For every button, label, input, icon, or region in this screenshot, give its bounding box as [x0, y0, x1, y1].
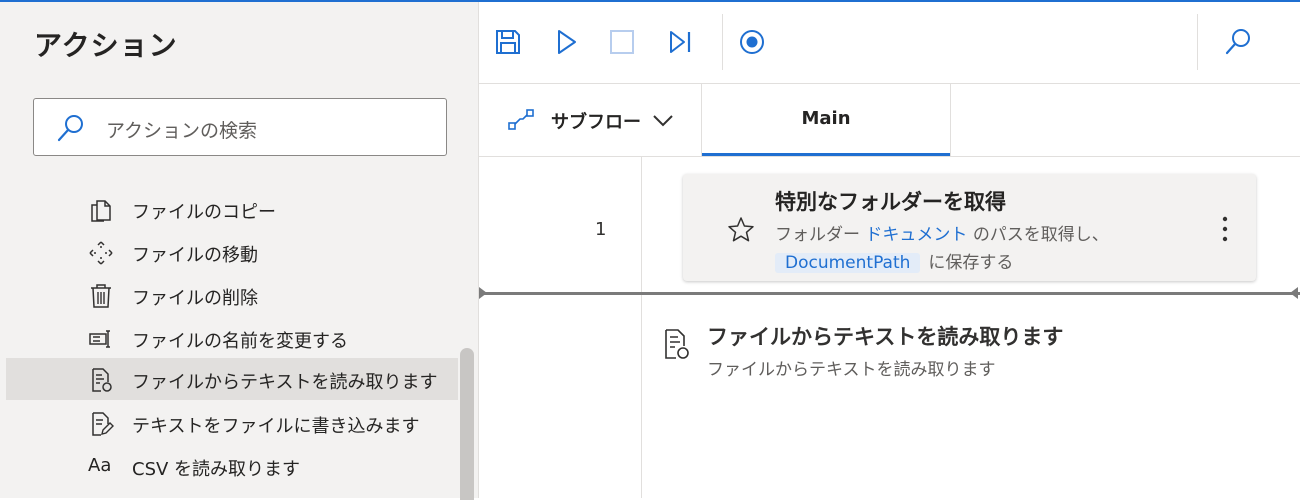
- dragged-action-preview: ファイルからテキストを読み取ります ファイルからテキストを読み取ります: [661, 317, 1261, 387]
- step-title: 特別なフォルダーを取得: [775, 190, 1006, 214]
- move-icon: [89, 241, 113, 265]
- search-icon: [57, 115, 83, 142]
- actions-panel-scrollbar[interactable]: [460, 348, 474, 500]
- toolbar-divider: [722, 14, 723, 70]
- action-search-input[interactable]: アクションの検索: [33, 98, 447, 156]
- text-font-icon: Aa: [88, 455, 112, 476]
- line-number-gutter-divider: [641, 157, 642, 498]
- step-description-line2: DocumentPath に保存する: [775, 248, 1013, 273]
- action-item-read-csv[interactable]: Aa CSV を読み取ります: [6, 445, 458, 487]
- variable-chip[interactable]: DocumentPath: [775, 253, 921, 273]
- action-item-file-copy[interactable]: ファイルのコピー: [6, 188, 458, 230]
- star-icon[interactable]: [727, 216, 755, 244]
- step-folder-link: ドキュメント: [865, 225, 968, 245]
- step-description: フォルダー ドキュメント のパスを取得し、: [775, 220, 1109, 245]
- drop-indicator-right-arrow: [1290, 287, 1298, 299]
- action-item-file-move[interactable]: ファイルの移動: [6, 231, 458, 273]
- action-item-label: ファイルの移動: [132, 245, 258, 266]
- action-item-file-rename[interactable]: ファイルの名前を変更する: [6, 317, 458, 359]
- subflows-label: サブフロー: [551, 112, 641, 133]
- active-tab-indicator: [702, 153, 950, 156]
- step-desc-prefix: フォルダー: [775, 225, 860, 245]
- tab-main[interactable]: Main: [702, 84, 951, 156]
- file-copy-icon: [91, 200, 111, 222]
- action-item-label: テキストをファイルに書き込みます: [132, 416, 420, 437]
- read-file-icon: [665, 329, 689, 359]
- designer-toolbar: [479, 2, 1300, 84]
- save-icon[interactable]: [492, 26, 524, 58]
- actions-panel: アクション アクションの検索 ファイルのコピー ファイルの移動 ファイルの削除: [0, 2, 479, 500]
- actions-panel-title: アクション: [34, 29, 178, 62]
- subflow-tab-bar: サブフロー Main: [479, 84, 1300, 157]
- step-desc-suffix: に保存する: [928, 253, 1014, 273]
- action-item-label: ファイルの名前を変更する: [132, 331, 348, 352]
- run-next-action-icon[interactable]: [664, 26, 696, 58]
- action-item-label: ファイルのコピー: [132, 202, 276, 223]
- action-item-label: CSV を読み取ります: [132, 459, 301, 480]
- subflows-dropdown[interactable]: サブフロー: [479, 84, 702, 156]
- flow-canvas[interactable]: 1 特別なフォルダーを取得 フォルダー ドキュメント のパスを取得し、 Docu…: [479, 157, 1300, 498]
- record-icon[interactable]: [736, 26, 768, 58]
- action-item-read-text-from-file[interactable]: ファイルからテキストを読み取ります: [6, 358, 458, 400]
- search-placeholder: アクションの検索: [106, 120, 258, 142]
- line-number: 1: [595, 219, 607, 240]
- tab-main-label: Main: [801, 108, 851, 129]
- search-icon[interactable]: [1222, 26, 1254, 58]
- chevron-down-icon: [653, 115, 673, 127]
- drop-insertion-line: [479, 292, 1300, 295]
- run-icon[interactable]: [550, 26, 582, 58]
- preview-subtitle: ファイルからテキストを読み取ります: [707, 360, 996, 380]
- action-item-write-text-to-file[interactable]: テキストをファイルに書き込みます: [6, 402, 458, 444]
- preview-title: ファイルからテキストを読み取ります: [707, 325, 1064, 349]
- action-item-file-delete[interactable]: ファイルの削除: [6, 274, 458, 316]
- more-options-icon[interactable]: [1213, 214, 1237, 244]
- flow-step-card[interactable]: 特別なフォルダーを取得 フォルダー ドキュメント のパスを取得し、 Docume…: [683, 174, 1256, 281]
- trash-icon: [91, 284, 111, 308]
- stop-icon[interactable]: [606, 26, 638, 58]
- action-item-label: ファイルの削除: [132, 288, 258, 309]
- step-desc-middle: のパスを取得し、: [972, 225, 1109, 245]
- read-file-icon: [92, 368, 112, 392]
- rename-icon: [89, 330, 110, 348]
- toolbar-divider: [1197, 14, 1198, 70]
- subflow-icon: [508, 109, 534, 130]
- write-file-icon: [92, 412, 114, 436]
- action-item-label: ファイルからテキストを読み取ります: [132, 372, 438, 393]
